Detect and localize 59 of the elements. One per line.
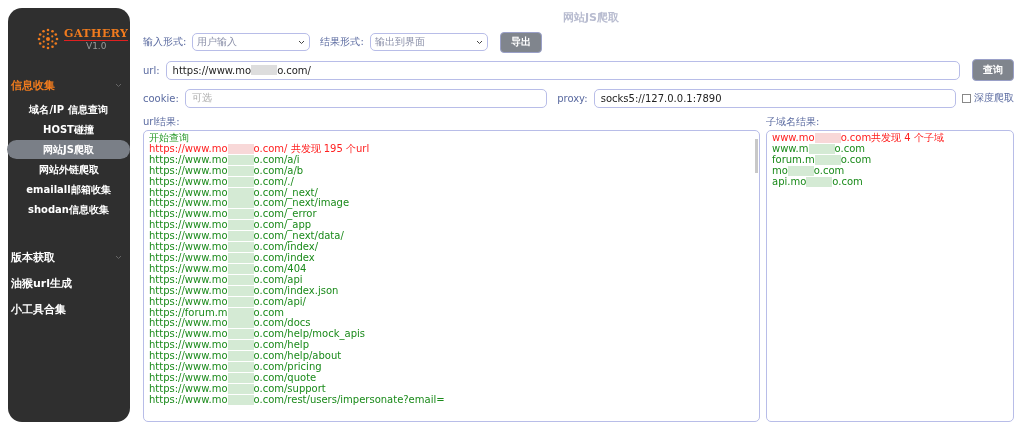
chevron-down-icon (475, 39, 483, 45)
result-line: https://www.mo o.com/index.json (149, 285, 340, 296)
menu-group[interactable]: 信息收集 (8, 74, 130, 96)
result-line: https://www.mo o.com/ 共发现 195 个url (149, 143, 371, 155)
menu-item[interactable]: 网站外链爬取 (7, 160, 130, 179)
result-line: https://www.mo o.com/help/mock_apis (149, 329, 366, 341)
sunburst-logo-icon (36, 27, 60, 51)
subdomain-results-label: 子域名结果: (766, 115, 821, 128)
url-field[interactable]: https://www.mo o.com/ (165, 60, 960, 80)
result-line: https://www.mo o.com/help/about (149, 351, 343, 363)
menu-item[interactable]: 网站JS爬取 (7, 140, 130, 159)
url-results-label: url结果: (143, 115, 181, 128)
url-label: url: (143, 64, 160, 76)
menu-item[interactable]: emailall邮箱收集 (7, 180, 130, 199)
result-line: https://www.mo o.com/index (149, 252, 316, 264)
result-line: https://www.mo o.com/docs (149, 318, 311, 330)
result-line: https://www.mo o.com/api (149, 274, 304, 286)
logo-version: V1.0 (86, 41, 107, 51)
menu-group[interactable]: 油猴url生成 (8, 272, 130, 294)
page-title: 网站JS爬取 (562, 10, 620, 26)
result-line: forum.m o.com (772, 154, 873, 166)
result-line: https://www.mo o.com/_next/data/ (149, 231, 345, 243)
result-line: https://www.mo o.com/quote (149, 372, 317, 384)
cookie-label: cookie: (143, 92, 179, 104)
chevron-down-icon (298, 39, 306, 45)
proxy-field[interactable]: socks5://127.0.0.1:7890 (593, 88, 956, 108)
export-button[interactable]: 导出 (499, 31, 542, 53)
input-mode-label: 输入形式: (143, 35, 187, 49)
result-line: api.mo o.com (772, 176, 864, 188)
result-mode-label: 结果形式: (320, 35, 364, 49)
result-line: www.m o.com (772, 143, 866, 155)
result-line: https://www.mo o.com/a/i (149, 154, 300, 166)
menu-item[interactable]: 域名/IP 信息查询 (7, 100, 130, 119)
result-line: https://www.mo o.com/pricing (149, 362, 322, 373)
result-line: https://www.mo o.com/_next/image (149, 198, 351, 210)
result-line: https://www.mo o.com/_app (149, 220, 312, 232)
result-line: https://www.mo o.com/api/ (149, 296, 306, 307)
logo-name: GATHERY (64, 27, 129, 41)
result-line: https://forum.m o.com (149, 307, 285, 319)
result-line: www.mo o.com共发现 4 个子域 (772, 133, 945, 144)
result-line: https://www.mo o.com/help (149, 340, 309, 352)
result-mode-select[interactable]: 输出到界面 (369, 33, 488, 51)
result-line: mo o.com (772, 165, 846, 177)
result-line: https://www.mo o.com/_error (149, 209, 317, 221)
menu-item[interactable]: HOST碰撞 (7, 120, 130, 139)
query-button[interactable]: 查询 (972, 59, 1014, 81)
deep-crawl-checkbox[interactable]: 深度爬取 (962, 91, 1014, 105)
result-line: https://www.mo o.com/404 (149, 263, 308, 275)
log-line: 开始查询 (149, 133, 190, 144)
result-line: https://www.mo o.com/index/ (149, 242, 319, 253)
menu-item[interactable]: shodan信息收集 (7, 200, 130, 219)
menu-group[interactable]: 版本获取 (8, 246, 130, 268)
result-line: https://www.mo o.com/a/b (149, 165, 305, 177)
result-line: https://www.mo o.com/rest/users/impersonate?email= (149, 394, 446, 406)
result-line: https://www.mo o.com/./ (149, 176, 295, 187)
result-line: https://www.mo o.com/_next/ (149, 187, 318, 199)
menu-group[interactable]: 小工具合集 (8, 298, 130, 320)
proxy-label: proxy: (557, 92, 588, 104)
result-line: https://www.mo o.com/support (149, 383, 327, 395)
